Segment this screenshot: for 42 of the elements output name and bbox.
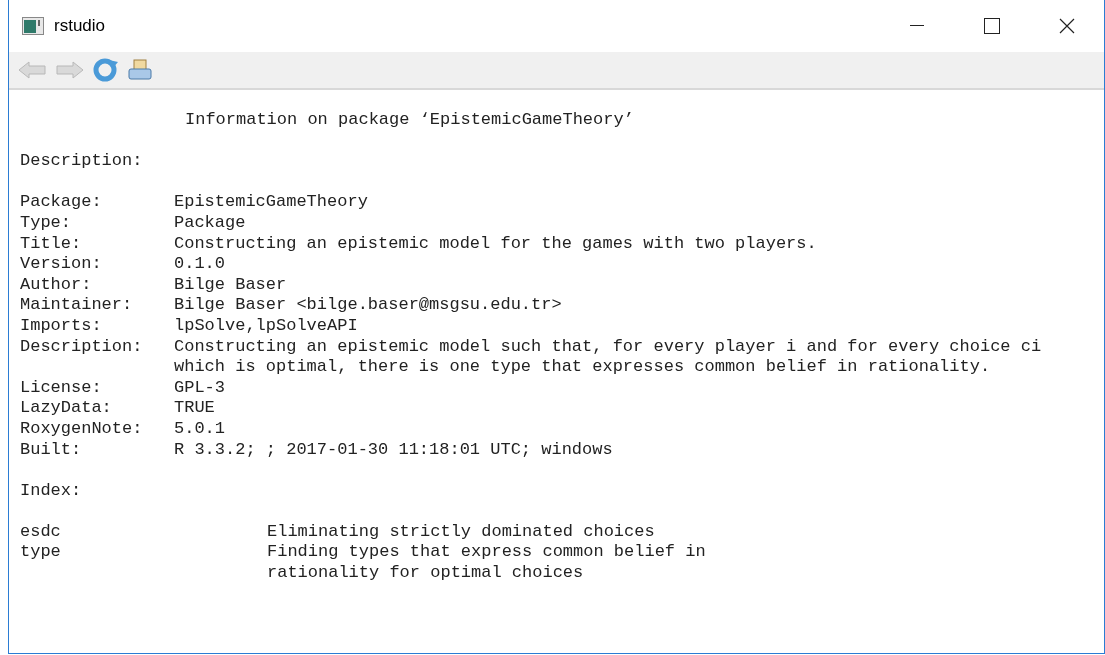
field-label: Author: [20,274,93,296]
field-value: Bilge Baser [174,274,287,296]
field-value: 5.0.1 [174,418,225,440]
field-label: LazyData: [20,398,113,419]
field-label: Imports: [20,315,103,337]
field-value: 0.1.0 [174,254,225,275]
maximize-icon [983,18,1000,34]
field-label: RoxygenNote: [20,418,144,440]
section-label: Index: [20,480,83,502]
index-description: Eliminating strictly dominated choices [267,521,655,543]
field-value: R 3.3.2; ; 2017-01-30 11:18:01 UTC; windows [174,439,613,461]
field-label: Type: [20,212,72,234]
field-label: Title: [20,233,83,255]
back-arrow-icon [17,59,47,81]
field-label: Description: [20,336,144,358]
field-label: Package: [20,192,103,213]
field-value: EpistemicGameTheory [174,192,368,213]
window-title: rstudio [54,15,106,38]
index-description: Finding types that express common belief in rationality for optimal choices [267,542,706,584]
close-icon [1058,18,1075,34]
section-label: Description: [20,151,144,172]
index-topic: esdc [20,521,62,543]
document-heading: Information on package ‘EpistemicGameTheory’ [184,110,635,131]
field-value: Package [174,212,246,234]
field-label: License: [20,377,103,399]
app-icon [22,17,44,35]
field-value: Constructing an epistemic model such that, for every player i and for every choice ci which is optimal, there is one type that expresses common belief in rationality. [174,336,1042,378]
field-value: lpSolve,lpSolveAPI [174,315,358,337]
minimize-icon [909,25,924,27]
refresh-button[interactable] [93,58,119,82]
field-value: TRUE [174,398,215,419]
field-value: Constructing an epistemic model for the games with two players. [174,233,817,255]
field-value: GPL-3 [174,377,225,399]
printer-icon [127,58,153,82]
index-topic: type [20,542,62,564]
printer-button[interactable] [127,58,153,82]
field-label: Version: [20,254,103,275]
forward-arrow-icon [55,59,85,81]
field-label: Built: [20,439,83,461]
refresh-icon [93,58,119,82]
field-label: Maintainer: [20,295,134,316]
field-value: Bilge Baser <bilge.baser@msgsu.edu.tr> [174,295,562,316]
